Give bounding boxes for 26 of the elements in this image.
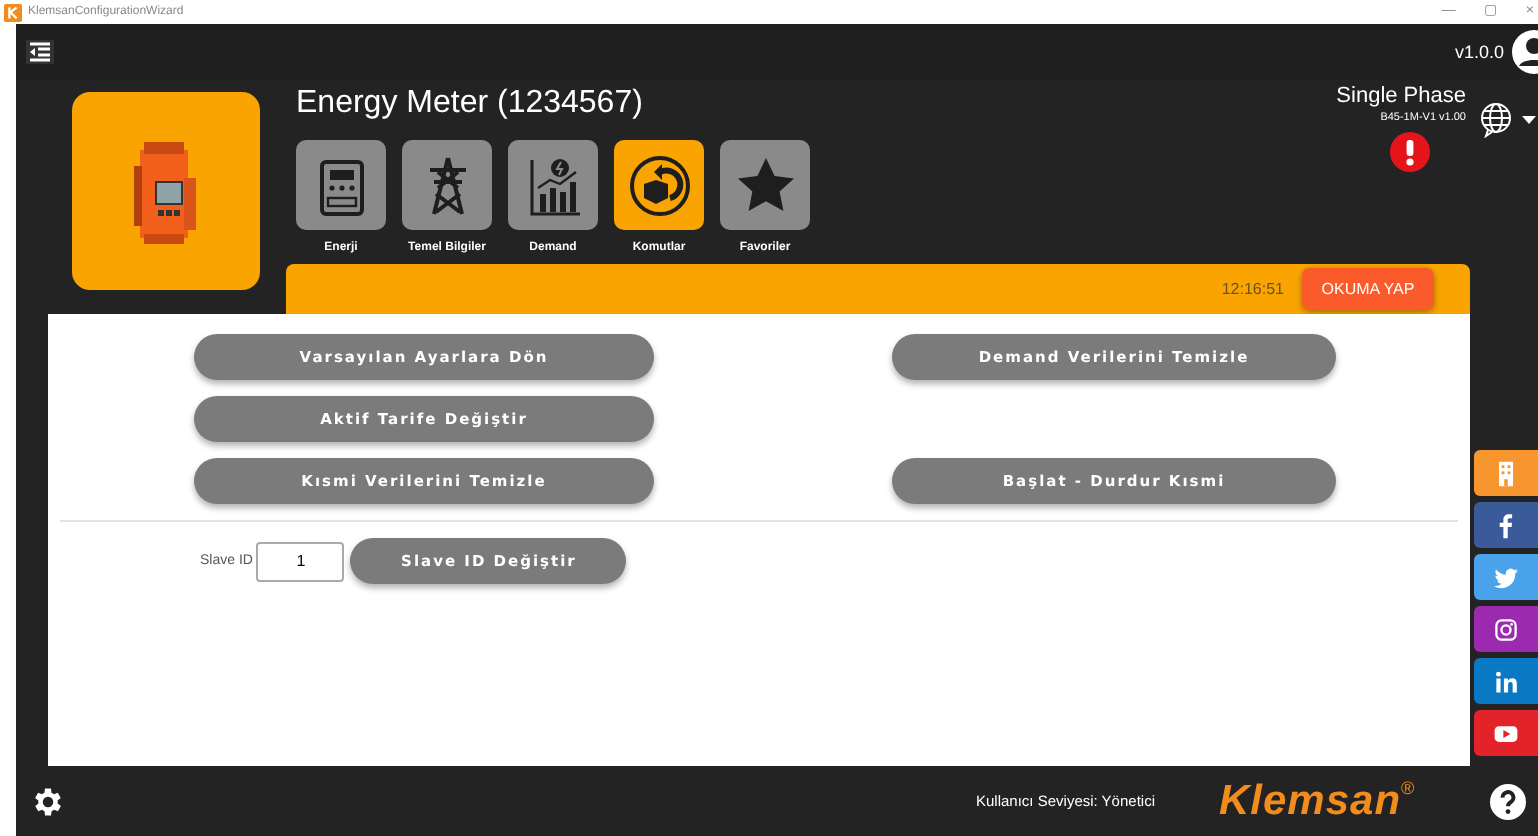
social-button[interactable]: [1474, 502, 1538, 548]
tab-button[interactable]: [508, 140, 598, 230]
globe-icon[interactable]: [1478, 102, 1514, 138]
instagram-icon: [1492, 615, 1520, 643]
linkedin-icon: [1492, 667, 1520, 695]
bird-icon: [1492, 563, 1520, 591]
version-label: v1.0.0: [1454, 42, 1504, 62]
star-icon: [733, 153, 797, 217]
phase-label: Single Phase: [1336, 84, 1466, 108]
read-button[interactable]: OKUMA YAP: [1302, 268, 1434, 310]
slave-id-field[interactable]: 1: [256, 541, 345, 581]
brand-logo: Klemsan$^{®}$: [1219, 777, 1416, 825]
device-drawing: [132, 137, 200, 245]
help-icon[interactable]: [1490, 783, 1526, 819]
settings-icon[interactable]: [30, 783, 66, 819]
device-title: Energy Meter (1234567): [296, 84, 645, 124]
social-button[interactable]: [1474, 710, 1538, 756]
tab-button[interactable]: [720, 140, 810, 230]
time-label: 12:16:51: [1221, 280, 1284, 298]
tab-button[interactable]: [296, 140, 386, 230]
caret-icon[interactable]: [1522, 116, 1536, 124]
tab-button[interactable]: [614, 140, 704, 230]
social-button[interactable]: [1474, 606, 1538, 652]
tab-button[interactable]: [402, 140, 492, 230]
menu-icon[interactable]: [26, 40, 54, 64]
social-button[interactable]: [1474, 658, 1538, 704]
